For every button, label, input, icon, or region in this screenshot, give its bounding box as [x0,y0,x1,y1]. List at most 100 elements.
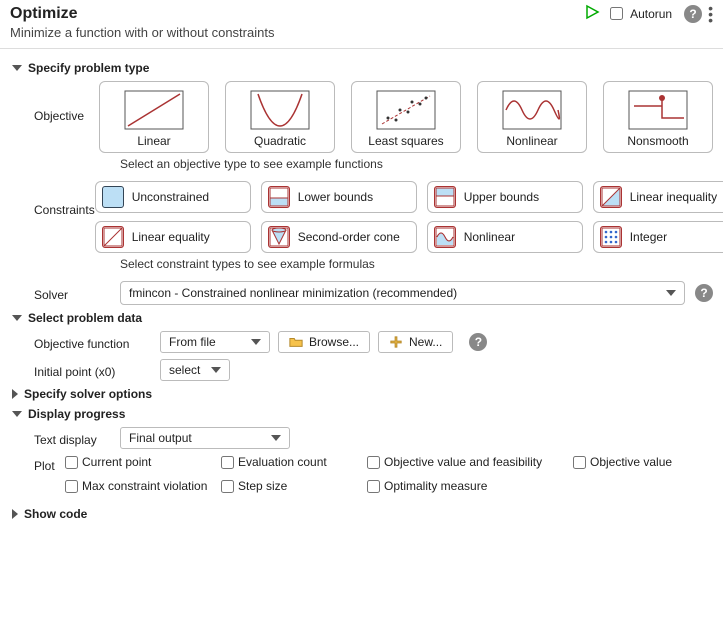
section-label: Specify problem type [28,61,149,75]
plot-checkbox-optimality-measure[interactable]: Optimality measure [367,479,567,493]
autorun-checkbox[interactable]: Autorun [606,4,672,23]
unconstrained-icon [102,186,124,208]
chevron-down-icon [12,411,22,417]
chevron-down-icon [271,435,281,441]
constraints-label: Constraints [34,181,95,217]
browse-label: Browse... [309,335,359,349]
chevron-down-icon [666,290,676,296]
browse-button[interactable]: Browse... [278,331,370,353]
text-display-dropdown[interactable]: Final output [120,427,290,449]
page-title: Optimize [10,5,584,23]
solver-value: fmincon - Constrained nonlinear minimiza… [129,286,457,300]
solver-help-icon[interactable]: ? [695,284,713,302]
initial-point-dropdown[interactable]: select [160,359,230,381]
quadratic-icon [230,88,330,132]
constraint-label-text: Lower bounds [298,190,373,204]
section-label: Show code [24,507,87,521]
objective-label-text: Quadratic [230,134,330,148]
objective-option-quadratic[interactable]: Quadratic [225,81,335,153]
constraint-label-text: Unconstrained [132,190,209,204]
objective-label-text: Nonlinear [482,134,582,148]
chevron-right-icon [12,509,18,519]
initial-point-label: Initial point (x0) [34,361,160,379]
solver-dropdown[interactable]: fmincon - Constrained nonlinear minimiza… [120,281,685,305]
least-squares-icon [356,88,456,132]
constraint-option-second-order-cone[interactable]: Second-order cone [261,221,417,253]
constraint-label-text: Second-order cone [298,230,400,244]
new-label: New... [409,335,442,349]
upper-bounds-icon [434,186,456,208]
objective-function-value: From file [169,335,216,349]
constraint-label-text: Upper bounds [464,190,539,204]
constraint-option-linear-equality[interactable]: Linear equality [95,221,251,253]
objective-label-text: Nonsmooth [608,134,708,148]
text-display-value: Final output [129,431,192,445]
checkbox-label: Max constraint violation [82,479,207,493]
plot-checkbox-max-constraint-violation[interactable]: Max constraint violation [65,479,215,493]
checkbox-label: Objective value and feasibility [384,455,542,469]
objective-option-nonsmooth[interactable]: Nonsmooth [603,81,713,153]
autorun-label: Autorun [630,7,672,21]
plot-checkbox-step-size[interactable]: Step size [221,479,361,493]
chevron-down-icon [12,315,22,321]
section-specify-problem-type[interactable]: Specify problem type [12,61,713,75]
objective-option-nonlinear[interactable]: Nonlinear [477,81,587,153]
objective-label: Objective [34,81,99,123]
objective-function-help-icon[interactable]: ? [469,333,487,351]
section-label: Select problem data [28,311,142,325]
checkbox-label: Current point [82,455,151,469]
section-show-code[interactable]: Show code [12,507,713,521]
constraint-option-nonlinear[interactable]: Nonlinear [427,221,583,253]
objective-label-text: Linear [104,134,204,148]
constraint-option-integer[interactable]: Integer [593,221,723,253]
constraint-label-text: Integer [630,230,667,244]
nonlinear-icon [482,88,582,132]
objective-function-dropdown[interactable]: From file [160,331,270,353]
second-order-cone-icon [268,226,290,248]
checkbox-label: Evaluation count [238,455,327,469]
constraint-option-upper-bounds[interactable]: Upper bounds [427,181,583,213]
folder-icon [289,336,303,348]
nonlinear-constraint-icon [434,226,456,248]
chevron-down-icon [12,65,22,71]
new-button[interactable]: New... [378,331,453,353]
objective-option-linear[interactable]: Linear [99,81,209,153]
plot-checkbox-evaluation-count[interactable]: Evaluation count [221,455,361,469]
constraint-option-unconstrained[interactable]: Unconstrained [95,181,251,213]
chevron-down-icon [211,367,221,373]
constraint-option-linear-inequality[interactable]: Linear inequality [593,181,723,213]
linear-equality-icon [102,226,124,248]
linear-inequality-icon [600,186,622,208]
more-menu-icon[interactable]: ••• [708,5,713,23]
initial-point-value: select [169,363,200,377]
plot-checkbox-objective-value[interactable]: Objective value [573,455,713,469]
constraint-label-text: Linear inequality [630,190,717,204]
constraints-hint: Select constraint types to see example f… [120,257,713,271]
plus-icon [389,336,403,348]
checkbox-label: Objective value [590,455,672,469]
chevron-right-icon [12,389,18,399]
plot-checkbox-objective-value-and-feasibility[interactable]: Objective value and feasibility [367,455,567,469]
chevron-down-icon [251,339,261,345]
section-label: Specify solver options [24,387,152,401]
text-display-label: Text display [34,429,120,447]
integer-icon [600,226,622,248]
objective-option-least-squares[interactable]: Least squares [351,81,461,153]
section-display-progress[interactable]: Display progress [12,407,713,421]
checkbox-label: Optimality measure [384,479,487,493]
constraint-option-lower-bounds[interactable]: Lower bounds [261,181,417,213]
objective-label-text: Least squares [356,134,456,148]
section-select-problem-data[interactable]: Select problem data [12,311,713,325]
plot-checkbox-current-point[interactable]: Current point [65,455,215,469]
constraint-label-text: Nonlinear [464,230,515,244]
run-icon[interactable] [584,4,600,23]
objective-function-label: Objective function [34,333,160,351]
lower-bounds-icon [268,186,290,208]
checkbox-label: Step size [238,479,287,493]
constraint-label-text: Linear equality [132,230,210,244]
plot-label: Plot [34,455,65,473]
solver-label: Solver [34,284,120,302]
section-specify-solver-options[interactable]: Specify solver options [12,387,713,401]
page-subtitle: Minimize a function with or without cons… [0,25,723,48]
help-icon[interactable]: ? [684,5,702,23]
